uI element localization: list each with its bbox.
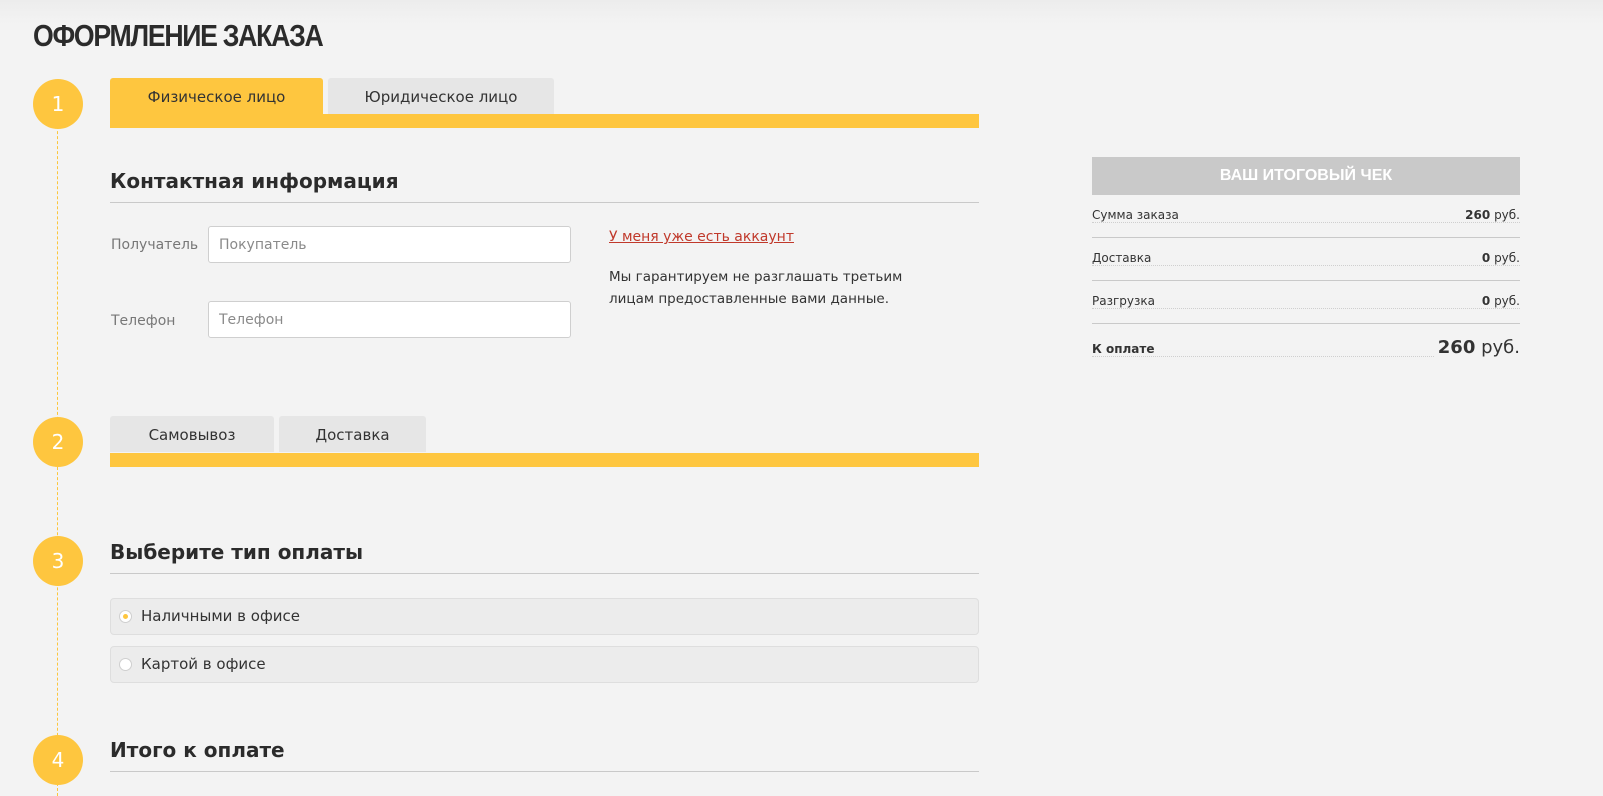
amount: 260 <box>1465 208 1491 222</box>
payment-divider <box>110 573 979 574</box>
dotted-leader <box>1092 308 1520 309</box>
total-section-title: Итого к оплате <box>110 738 285 762</box>
total-divider <box>110 771 979 772</box>
receipt-row-value: 0 руб. <box>1477 251 1520 265</box>
payment-option-label: Картой в офисе <box>141 655 266 673</box>
payment-option-card[interactable]: Картой в офисе <box>110 646 979 683</box>
receipt-row-label: Разгрузка <box>1092 294 1159 308</box>
tab-pickup[interactable]: Самовывоз <box>110 416 274 452</box>
receipt-row-label: Сумма заказа <box>1092 208 1183 222</box>
receipt-row-unloading: Разгрузка 0 руб. <box>1092 281 1520 324</box>
contact-divider <box>110 202 979 203</box>
step-3-badge: 3 <box>33 536 83 586</box>
total-amount: 260 <box>1437 337 1476 358</box>
step-2-badge: 2 <box>33 417 83 467</box>
receipt-row-label: Доставка <box>1092 251 1156 265</box>
receipt-row-delivery: Доставка 0 руб. <box>1092 238 1520 281</box>
receipt-row-order-sum: Сумма заказа 260 руб. <box>1092 195 1520 238</box>
receipt-row-value: 260 руб. <box>1461 208 1520 222</box>
step-4-badge: 4 <box>33 735 83 785</box>
dotted-leader <box>1092 265 1520 266</box>
receipt-title: ВАШ ИТОГОВЫЙ ЧЕК <box>1092 157 1520 195</box>
receipt-row-value: 0 руб. <box>1477 294 1520 308</box>
delivery-tabs-bar <box>110 453 979 467</box>
customer-tabs-bar <box>110 114 979 128</box>
privacy-note: Мы гарантируем не разглашать третьим лиц… <box>609 269 903 307</box>
receipt-total-value: 260 руб. <box>1433 337 1520 358</box>
currency: руб. <box>1494 294 1520 308</box>
currency: руб. <box>1481 337 1520 358</box>
tab-delivery[interactable]: Доставка <box>279 416 426 452</box>
receipt-panel: ВАШ ИТОГОВЫЙ ЧЕК Сумма заказа 260 руб. Д… <box>1092 157 1520 374</box>
payment-option-label: Наличными в офисе <box>141 607 300 625</box>
receipt-total-label: К оплате <box>1092 342 1159 356</box>
payment-option-cash[interactable]: Наличными в офисе <box>110 598 979 635</box>
page-title: ОФОРМЛЕНИЕ ЗАКАЗА <box>33 18 324 53</box>
step-1-badge: 1 <box>33 79 83 129</box>
tab-individual[interactable]: Физическое лицо <box>110 78 323 114</box>
phone-input[interactable] <box>208 301 571 338</box>
recipient-label: Получатель <box>111 237 199 253</box>
receipt-row-total: К оплате 260 руб. <box>1092 324 1520 374</box>
tab-legal-entity[interactable]: Юридическое лицо <box>328 78 554 114</box>
recipient-input[interactable] <box>208 226 571 263</box>
amount: 0 <box>1481 251 1491 265</box>
currency: руб. <box>1494 251 1520 265</box>
radio-cash[interactable] <box>119 610 132 623</box>
payment-section-title: Выберите тип оплаты <box>110 540 364 564</box>
phone-label: Телефон <box>111 313 176 329</box>
radio-card[interactable] <box>119 658 132 671</box>
dotted-leader <box>1092 222 1520 223</box>
currency: руб. <box>1494 208 1520 222</box>
amount: 0 <box>1481 294 1491 308</box>
existing-account-link[interactable]: У меня уже есть аккаунт <box>609 229 794 245</box>
contact-section-title: Контактная информация <box>110 169 399 193</box>
